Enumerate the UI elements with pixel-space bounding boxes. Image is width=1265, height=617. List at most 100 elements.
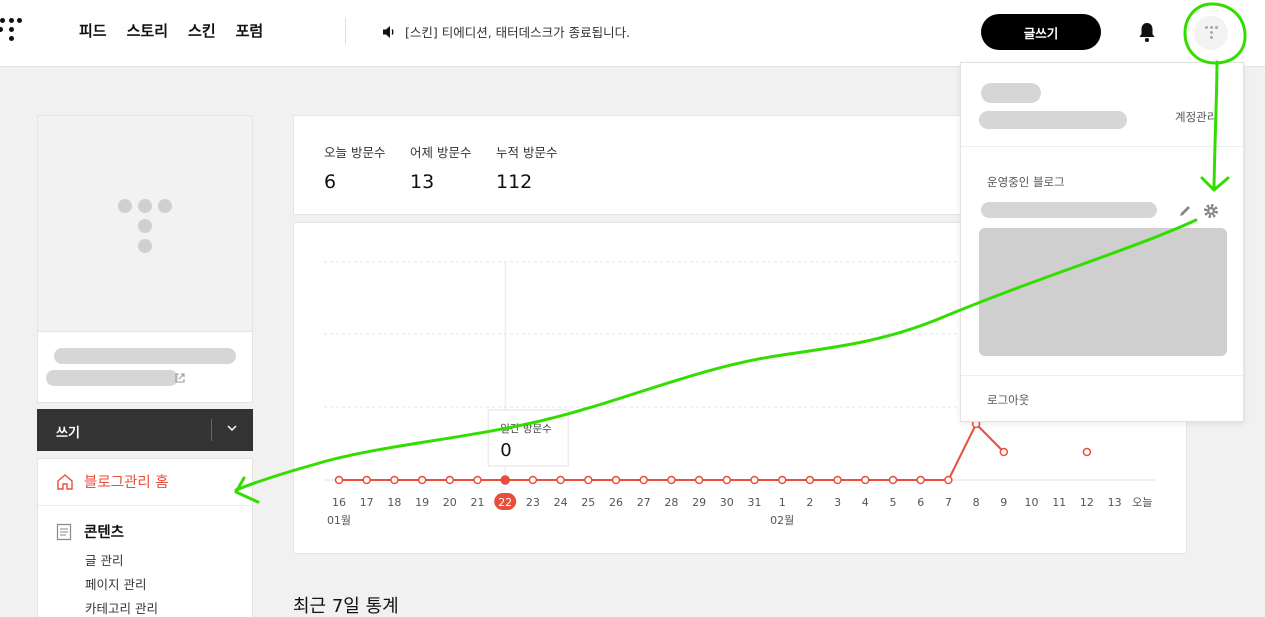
blog-url-redacted[interactable] (46, 370, 178, 386)
blog-profile-card (37, 115, 253, 403)
nav-divider (345, 18, 346, 44)
gear-icon[interactable] (1202, 202, 1220, 220)
tooltip-label: 일간 방문수 (500, 422, 552, 435)
data-point (944, 475, 953, 485)
profile-avatar-button[interactable] (1194, 16, 1228, 50)
data-point (500, 475, 510, 485)
write-divider (211, 419, 212, 441)
global-nav: 피드 스토리 스킨 포럼 (79, 20, 263, 41)
home-icon (57, 473, 73, 490)
menu-post-manage[interactable]: 글 관리 (85, 550, 123, 569)
blog-name-redacted (54, 348, 236, 364)
x-tick-label: 9 (1000, 496, 1007, 509)
x-tick-label: 28 (664, 496, 678, 509)
x-tick-label: 20 (443, 496, 457, 509)
logout-link[interactable]: 로그아웃 (987, 392, 1029, 408)
data-point (639, 475, 648, 485)
tistory-logo-icon[interactable] (0, 18, 22, 46)
x-tick-label: 24 (554, 496, 568, 509)
stat-total: 누적 방문수 112 (496, 142, 557, 193)
x-tick-label: 10 (1025, 496, 1039, 509)
account-dropdown: 계정관리 운영중인 블로그 로그아웃 (960, 62, 1244, 422)
document-icon (56, 523, 72, 540)
account-name-redacted (981, 83, 1041, 103)
x-tick-label: 5 (890, 496, 897, 509)
x-tick-label: 1 (779, 496, 786, 509)
x-tick-label: 18 (387, 496, 401, 509)
x-tick-label: 27 (637, 496, 651, 509)
data-point (777, 475, 787, 485)
stat-yesterday-value: 13 (410, 171, 435, 193)
data-point (473, 475, 482, 485)
chevron-down-icon[interactable] (226, 421, 238, 435)
stat-today-label: 오늘 방문수 (324, 145, 386, 160)
x-tick-label: 13 (1108, 496, 1122, 509)
x-tick-label: 7 (945, 496, 952, 509)
blog-profile-image[interactable] (38, 116, 252, 332)
x-tick-label: 22 (498, 496, 512, 509)
bell-icon[interactable] (1137, 21, 1157, 43)
data-point (888, 475, 898, 485)
nav-forum[interactable]: 포럼 (236, 20, 264, 41)
stat-total-label: 누적 방문수 (496, 145, 558, 160)
data-point (667, 475, 676, 485)
menu-home-label: 블로그관리 홈 (84, 475, 169, 491)
top-bar: 피드 스토리 스킨 포럼 [스킨] 티에디션, 태터데스크가 종료됩니다. 글쓰… (0, 0, 1265, 67)
data-point (556, 475, 565, 485)
notice-link[interactable]: [스킨] 티에디션, 태터데스크가 종료됩니다. (381, 22, 630, 41)
tooltip-value: 0 (500, 440, 511, 461)
running-blog-label: 운영중인 블로그 (987, 175, 1065, 189)
menu-content-section[interactable]: 콘텐츠 (56, 521, 124, 542)
write-dropdown-button[interactable]: 쓰기 (37, 409, 253, 451)
account-manage-link[interactable]: 계정관리 (1175, 109, 1217, 125)
x-tick-label: 11 (1052, 496, 1066, 509)
data-point (584, 475, 593, 485)
x-tick-label: 31 (748, 496, 762, 509)
stat-yesterday-label: 어제 방문수 (410, 145, 472, 160)
nav-story[interactable]: 스토리 (127, 20, 168, 41)
notice-text: [스킨] 티에디션, 태터데스크가 종료됩니다. (405, 25, 631, 40)
data-point (1082, 447, 1092, 457)
data-point (833, 475, 842, 485)
dropdown-divider-bottom (961, 375, 1243, 376)
manage-menu: 블로그관리 홈 콘텐츠 글 관리 페이지 관리 카테고리 관리 (37, 458, 253, 617)
x-tick-label: 16 (332, 496, 346, 509)
data-point (750, 475, 759, 485)
x-tick-label: 3 (834, 496, 841, 509)
dropdown-divider (961, 146, 1243, 147)
nav-skin[interactable]: 스킨 (188, 20, 216, 41)
menu-divider (38, 505, 252, 506)
data-point (722, 475, 732, 485)
x-tick-label: 26 (609, 496, 623, 509)
nav-feed[interactable]: 피드 (79, 20, 107, 41)
running-blog-name-redacted[interactable] (981, 202, 1157, 218)
menu-page-manage[interactable]: 페이지 관리 (85, 574, 146, 593)
data-point (861, 475, 870, 485)
data-point (528, 475, 538, 485)
menu-category-manage[interactable]: 카테고리 관리 (85, 598, 158, 617)
data-point (805, 475, 815, 485)
pencil-icon[interactable] (1177, 203, 1193, 219)
data-point (694, 475, 704, 485)
x-tick-label: 6 (917, 496, 924, 509)
write-label: 쓰기 (56, 426, 80, 441)
x-tick-label: 8 (973, 496, 980, 509)
x-tick-label: 12 (1080, 496, 1094, 509)
stat-yesterday: 어제 방문수 13 (410, 142, 471, 193)
recent-7-days-title: 최근 7일 통계 (293, 596, 399, 617)
account-email-redacted (979, 111, 1127, 129)
data-point (999, 447, 1009, 457)
data-point (362, 475, 371, 485)
x-tick-label: 4 (862, 496, 869, 509)
menu-home[interactable]: 블로그관리 홈 (56, 471, 169, 492)
x-tick-label: 30 (720, 496, 734, 509)
month-label: 02월 (770, 514, 794, 527)
external-link-icon[interactable] (174, 372, 186, 384)
write-post-button[interactable]: 글쓰기 (981, 14, 1101, 50)
x-tick-label: 25 (581, 496, 595, 509)
speaker-icon (383, 25, 394, 38)
series-line (339, 424, 1087, 480)
x-tick-label: 23 (526, 496, 540, 509)
menu-content-label: 콘텐츠 (84, 525, 125, 541)
data-point (611, 475, 621, 485)
